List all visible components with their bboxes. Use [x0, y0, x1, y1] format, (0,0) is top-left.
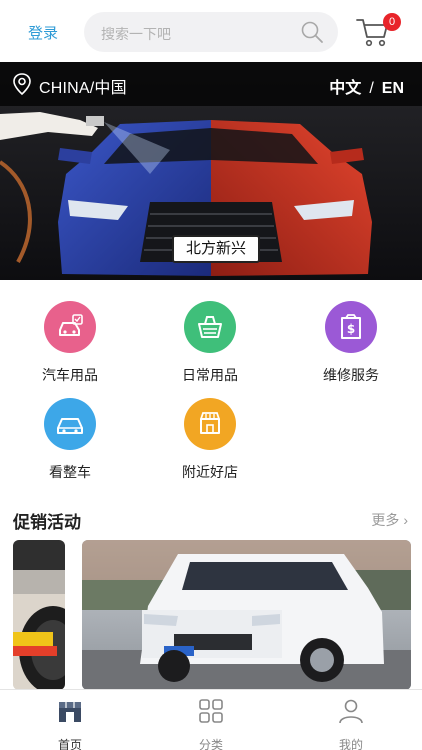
tab-categories[interactable]: 分类 [171, 698, 251, 750]
category-repair-service[interactable]: $ 维修服务 [296, 301, 406, 385]
language-switch[interactable]: 中文 / EN [329, 74, 404, 98]
license-plate: 北方新兴 [172, 235, 260, 263]
tab-label: 分类 [198, 738, 223, 750]
category-view-cars[interactable]: 看整车 [15, 398, 125, 482]
category-label: 维修服务 [323, 367, 379, 383]
lang-chinese[interactable]: 中文 [329, 80, 361, 97]
lang-english[interactable]: EN [382, 80, 404, 97]
basket-icon [184, 301, 236, 353]
lang-separator: / [369, 80, 374, 97]
chevron-right-icon: › [403, 512, 408, 528]
repair-service-icon: $ [325, 301, 377, 353]
car-icon [44, 398, 96, 450]
car-accessory-icon [44, 301, 96, 353]
search-bar[interactable]: 搜索一下吧 [84, 12, 338, 52]
tab-home[interactable]: 首页 [30, 698, 110, 750]
promo-card-suv[interactable] [82, 540, 411, 690]
tab-profile[interactable]: 我的 [311, 698, 391, 750]
more-label: 更多 [371, 512, 400, 528]
tire-promo-image [13, 540, 65, 690]
category-label: 日常用品 [182, 367, 238, 383]
hero-banner[interactable]: CHINA/中国 中文 / EN 北方新兴 [0, 62, 422, 280]
category-label: 看整车 [49, 464, 91, 480]
suv-promo-image [82, 540, 411, 690]
tab-label: 首页 [57, 738, 82, 750]
home-store-icon [59, 702, 81, 722]
user-icon [339, 699, 363, 724]
promo-section-title: 促销活动 [13, 513, 81, 532]
region-selector[interactable]: CHINA/中国 [39, 74, 127, 98]
login-link[interactable]: 登录 [28, 22, 58, 43]
bottom-tab-bar: 首页 分类 我的 [0, 689, 422, 750]
more-link[interactable]: 更多 › [371, 510, 408, 530]
category-car-accessories[interactable]: 汽车用品 [15, 301, 125, 385]
cart-badge: 0 [383, 13, 401, 31]
svg-text:$: $ [347, 322, 355, 336]
category-nearby-stores[interactable]: 附近好店 [155, 398, 265, 482]
grid-icon [199, 699, 223, 723]
search-placeholder: 搜索一下吧 [101, 26, 171, 42]
category-daily-goods[interactable]: 日常用品 [155, 301, 265, 385]
search-icon[interactable] [300, 20, 324, 44]
tab-label: 我的 [338, 738, 363, 750]
promo-card-tire[interactable] [13, 540, 65, 690]
top-header: 登录 搜索一下吧 0 [0, 0, 422, 62]
category-label: 附近好店 [182, 464, 238, 480]
category-label: 汽车用品 [42, 367, 98, 383]
location-pin-icon [13, 73, 31, 96]
store-icon [184, 398, 236, 450]
